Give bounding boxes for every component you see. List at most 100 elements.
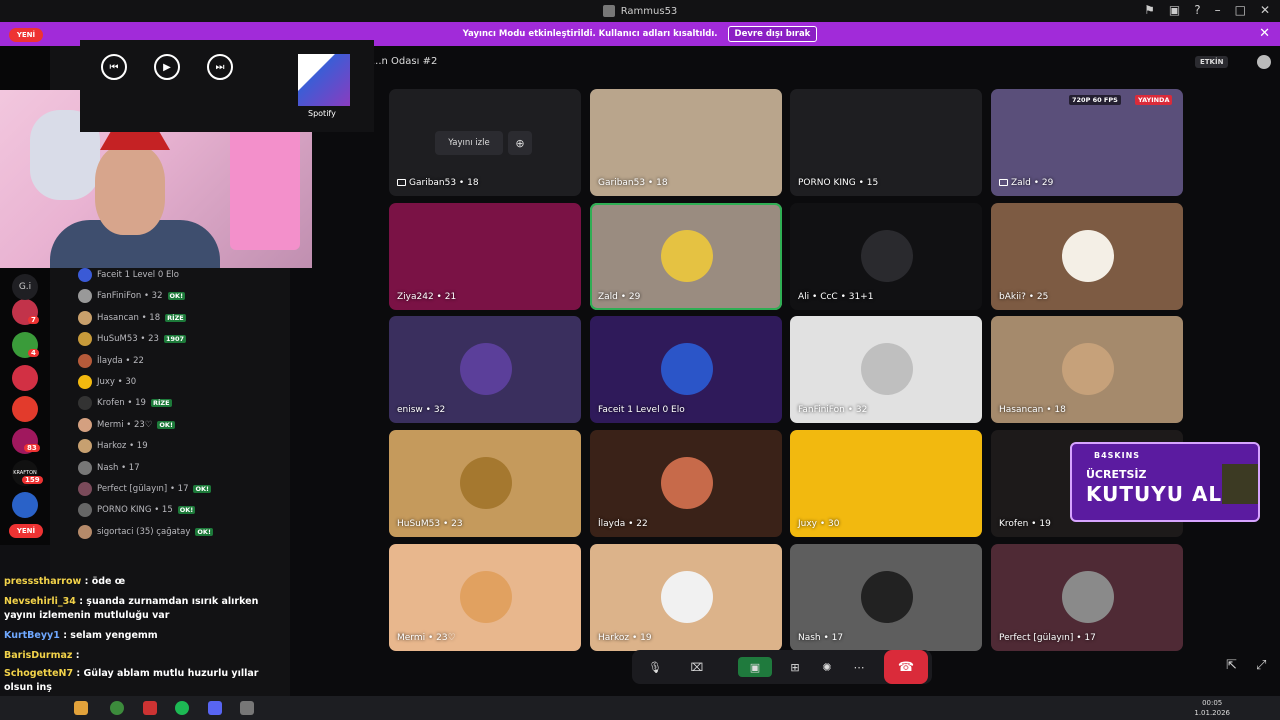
app-icon: [602, 5, 615, 17]
fullscreen-icon[interactable]: ⤢: [1256, 658, 1266, 673]
screen-share-icon[interactable]: ▣: [738, 657, 772, 677]
notification-badge: 7: [28, 316, 39, 324]
participant-tile[interactable]: 720P 60 FPS YAYINDA Zald • 29: [991, 89, 1183, 196]
server-icon[interactable]: [12, 365, 38, 391]
app-icon[interactable]: [143, 701, 157, 715]
close-window-button[interactable]: ✕: [1260, 3, 1270, 17]
participant-tile[interactable]: Juxy • 30: [790, 430, 982, 537]
popout-stream-icon[interactable]: ⊕: [508, 131, 532, 155]
participant-tile[interactable]: Harkoz • 19: [590, 544, 782, 651]
chat-message: pressstharrow : öde œ: [4, 575, 284, 589]
minimize-button[interactable]: –: [1215, 3, 1221, 17]
next-track-icon[interactable]: ⏭: [207, 54, 233, 80]
participant-name-text: enisw • 32: [397, 405, 446, 415]
voice-member[interactable]: PORNO KING • 15 OK!: [78, 502, 196, 518]
avatar: [861, 343, 913, 395]
guild-initials[interactable]: G.i: [12, 274, 38, 300]
chat-username[interactable]: KurtBeyy1: [4, 630, 60, 641]
screen-share-icon: [397, 179, 406, 186]
file-explorer-icon[interactable]: [74, 701, 88, 715]
activities-icon[interactable]: ⊞: [784, 657, 806, 677]
camera-app-icon[interactable]: [240, 701, 254, 715]
avatar: [78, 482, 92, 496]
chrome-icon[interactable]: [110, 701, 124, 715]
disconnect-button[interactable]: ☎: [884, 650, 928, 684]
voice-member[interactable]: Juxy • 30: [78, 374, 136, 390]
voice-member[interactable]: Perfect [gülayın] • 17 OK!: [78, 481, 212, 497]
avatar: [1062, 571, 1114, 623]
participant-tile[interactable]: Faceit 1 Level 0 Elo: [590, 316, 782, 423]
flag-icon[interactable]: ⚑: [1144, 3, 1155, 17]
voice-member[interactable]: Nash • 17: [78, 460, 140, 476]
member-name: Perfect [gülayın] • 17: [97, 484, 189, 494]
participant-tile[interactable]: Ziya242 • 21: [389, 203, 581, 310]
participant-tile[interactable]: Ali • CcC • 31+1: [790, 203, 982, 310]
camera-off-icon[interactable]: ⌧: [682, 657, 712, 677]
member-name: PORNO KING • 15: [97, 505, 173, 516]
soundboard-icon[interactable]: ✺: [816, 657, 838, 677]
participant-tile[interactable]: enisw • 32: [389, 316, 581, 423]
watch-stream-button[interactable]: Yayını izle: [435, 131, 503, 155]
member-name: Harkoz • 19: [97, 441, 148, 452]
chat-message: BarisDurmaz :: [4, 649, 284, 663]
participant-name-text: Zald • 29: [598, 292, 641, 302]
participant-tile[interactable]: FanFiniFon • 32: [790, 316, 982, 423]
avatar: [661, 230, 713, 282]
chat-message: Nevsehirli_34 : şuanda zurnamdan ısırık …: [4, 595, 284, 623]
help-icon[interactable]: ?: [1194, 3, 1200, 17]
participant-tile[interactable]: Hasancan • 18: [991, 316, 1183, 423]
voice-member[interactable]: Harkoz • 19: [78, 438, 148, 454]
clock-date: 1.01.2026: [1194, 709, 1230, 717]
participant-tile[interactable]: Mermi • 23♡: [389, 544, 581, 651]
chat-icon[interactable]: [1257, 55, 1271, 69]
voice-member[interactable]: Faceit 1 Level 0 Elo: [78, 267, 179, 283]
voice-member[interactable]: Hasancan • 18 RİZE: [78, 310, 186, 326]
participant-tile[interactable]: Perfect [gülayın] • 17: [991, 544, 1183, 651]
participant-name: Zald • 29: [999, 178, 1053, 188]
server-icon[interactable]: [12, 396, 38, 422]
microphone-icon[interactable]: 🎙: [640, 657, 670, 677]
spotify-player: ⏮ ▶ ⏭ Spotify: [80, 40, 374, 132]
participant-tile[interactable]: PORNO KING • 15: [790, 89, 982, 196]
chat-username[interactable]: BarisDurmaz: [4, 650, 72, 661]
server-icon[interactable]: [12, 492, 38, 518]
participant-tile[interactable]: HuSuM53 • 23: [389, 430, 581, 537]
participant-tile[interactable]: Nash • 17: [790, 544, 982, 651]
participant-name-text: Nash • 17: [798, 633, 844, 643]
avatar: [78, 268, 92, 282]
voice-member[interactable]: İlayda • 22: [78, 353, 144, 369]
stream-quality-badge: 720P 60 FPS: [1069, 95, 1121, 105]
play-icon[interactable]: ▶: [154, 54, 180, 80]
more-options-icon[interactable]: ⋯: [848, 657, 870, 677]
ad-overlay[interactable]: B4SKINS ÜCRETSİZ KUTUYU AL: [1070, 442, 1260, 522]
disable-streamer-mode-button[interactable]: Devre dışı bırak: [727, 26, 818, 42]
screen-share-icon: [999, 179, 1008, 186]
chat-username[interactable]: SchogetteN7: [4, 668, 73, 679]
chat-username[interactable]: Nevsehirli_34: [4, 596, 76, 607]
participant-name-text: HuSuM53 • 23: [397, 519, 463, 529]
participant-tile[interactable]: Zald • 29: [590, 203, 782, 310]
participant-tile[interactable]: Gariban53 • 18: [590, 89, 782, 196]
voice-member[interactable]: Krofen • 19 RİZE: [78, 395, 172, 411]
voice-member[interactable]: HuSuM53 • 23 1907: [78, 331, 187, 347]
avatar: [78, 503, 92, 518]
member-tag: OK!: [177, 506, 196, 515]
new-badge: YENİ: [9, 524, 43, 538]
chat-username[interactable]: pressstharrow: [4, 576, 81, 587]
participant-tile[interactable]: bAkii? • 25: [991, 203, 1183, 310]
voice-member[interactable]: sigortaci (35) çağatay OK!: [78, 524, 213, 540]
maximize-button[interactable]: □: [1235, 3, 1246, 17]
close-icon[interactable]: ✕: [1259, 26, 1270, 41]
screen-icon[interactable]: ▣: [1169, 3, 1180, 17]
spotify-icon[interactable]: [175, 701, 189, 715]
member-name: FanFiniFon • 32: [97, 291, 163, 302]
voice-member[interactable]: Mermi • 23♡ OK!: [78, 417, 175, 433]
previous-track-icon[interactable]: ⏮: [101, 54, 127, 80]
participant-tile[interactable]: İlayda • 22: [590, 430, 782, 537]
popout-icon[interactable]: ⇱: [1226, 658, 1237, 673]
member-tag: 1907: [163, 335, 187, 344]
voice-member[interactable]: FanFiniFon • 32 OK!: [78, 288, 186, 304]
discord-icon[interactable]: [208, 701, 222, 715]
activity-badge[interactable]: ETKİN: [1195, 56, 1229, 68]
title-bar: Rammus53 ⚑ ▣ ? – □ ✕: [0, 0, 1280, 22]
